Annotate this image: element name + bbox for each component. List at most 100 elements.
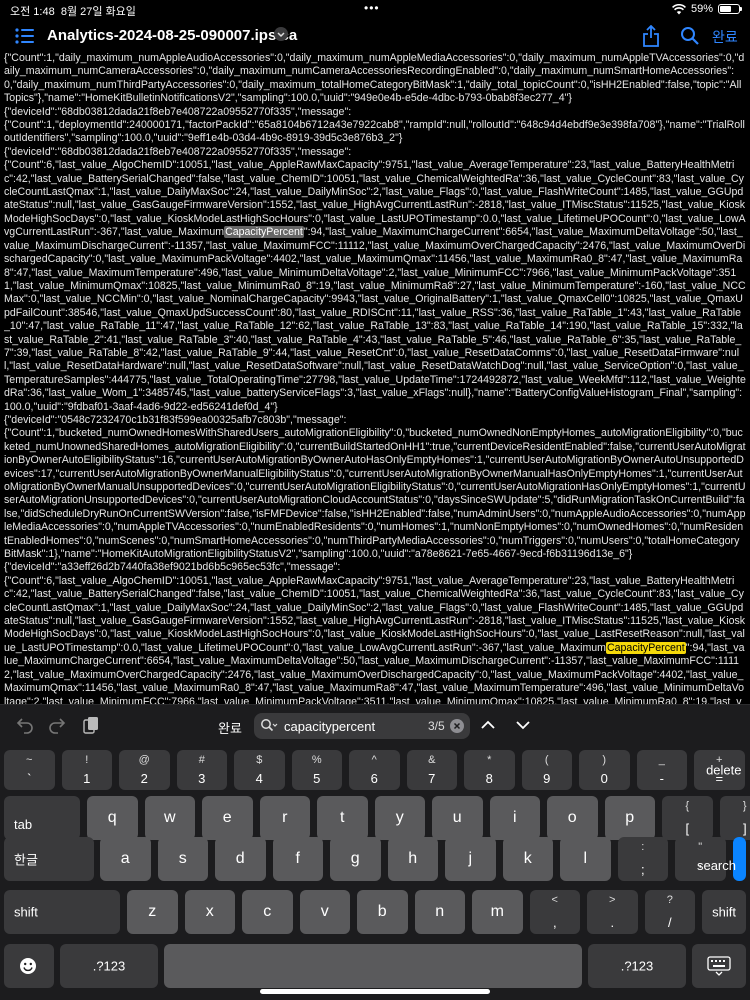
key-char: q (107, 809, 117, 826)
key-i[interactable]: i (489, 796, 540, 840)
shift-right-key[interactable]: shift (702, 890, 746, 934)
key-9[interactable]: (9 (521, 750, 572, 790)
key-z[interactable]: z (127, 890, 178, 934)
key-t[interactable]: t (317, 796, 368, 840)
key-x[interactable]: x (184, 890, 235, 934)
key-comma[interactable]: <, (529, 890, 580, 934)
find-bar: 완료 3/5 (0, 704, 750, 747)
key-shift-char: } (742, 800, 747, 812)
emoji-key[interactable] (4, 944, 54, 988)
key-char: j (468, 850, 473, 867)
shift-left-key[interactable]: shift (4, 890, 120, 934)
key-r[interactable]: r (259, 796, 310, 840)
key-3[interactable]: #3 (176, 750, 227, 790)
numbers-right-key[interactable]: .?123 (588, 944, 686, 988)
next-match-icon[interactable] (514, 716, 532, 734)
key-char: t (340, 809, 345, 826)
key-1[interactable]: ! 1 (61, 750, 112, 790)
document-text[interactable]: {"Count":1,"daily_maximum_numAppleAudioA… (4, 52, 746, 704)
done-button[interactable]: 완료 (712, 27, 738, 47)
tab-key[interactable]: tab (4, 796, 80, 840)
key-b[interactable]: b (357, 890, 408, 934)
key--[interactable]: _ - (636, 750, 687, 790)
paste-icon[interactable] (82, 716, 100, 734)
key-shift-char: @ (138, 754, 150, 766)
key-6[interactable]: ^ 6 (349, 750, 400, 790)
key-l[interactable]: l (560, 837, 611, 881)
key-char: e (222, 809, 232, 826)
clear-icon[interactable] (450, 719, 464, 733)
key-s[interactable]: s (157, 837, 208, 881)
key-char: [ (685, 821, 690, 836)
key-f[interactable]: f (272, 837, 323, 881)
key-label: delete (706, 762, 742, 778)
find-done-button[interactable]: 완료 (218, 718, 242, 737)
key-d[interactable]: d (215, 837, 266, 881)
key-p[interactable]: p (604, 796, 655, 840)
key-n[interactable]: n (414, 890, 465, 934)
find-field[interactable]: 3/5 (254, 713, 470, 739)
key-char: z (148, 903, 157, 920)
key-[[interactable]: {[ (662, 796, 713, 840)
list-icon[interactable] (15, 27, 35, 45)
key-shift-char: % (311, 754, 322, 766)
key-shift-char: < (551, 894, 558, 906)
key-7[interactable]: & 7 (406, 750, 457, 790)
key-y[interactable]: y (374, 796, 425, 840)
key-4[interactable]: $4 (234, 750, 285, 790)
key-`[interactable]: ~ ` (4, 750, 55, 790)
key-][interactable]: }] (719, 796, 750, 840)
key-m[interactable]: m (472, 890, 523, 934)
key-label: 한글 (14, 852, 38, 868)
document-title[interactable]: Analytics-2024-08-25-090007.ips.ca (47, 27, 297, 44)
chevron-down-icon[interactable] (274, 27, 288, 41)
search-key[interactable]: search (697, 837, 746, 881)
key-g[interactable]: g (330, 837, 381, 881)
language-key[interactable]: 한글 (4, 837, 94, 881)
key-char: 1 (83, 771, 91, 786)
key-c[interactable]: c (242, 890, 293, 934)
key-semicolon[interactable]: :; (617, 837, 668, 881)
key-o[interactable]: o (547, 796, 598, 840)
key-slash[interactable]: ? / (644, 890, 695, 934)
key-u[interactable]: u (432, 796, 483, 840)
key-char: ; (640, 862, 645, 877)
key-shift-char: > (609, 894, 616, 906)
find-input[interactable] (284, 717, 424, 735)
key-char: 6 (370, 771, 378, 786)
key-period[interactable]: >. (587, 890, 638, 934)
redo-icon[interactable] (48, 716, 66, 734)
key-char: / (667, 915, 672, 930)
space-key[interactable] (164, 944, 582, 988)
key-5[interactable]: % 5 (291, 750, 342, 790)
key-2[interactable]: @2 (119, 750, 170, 790)
key-v[interactable]: v (299, 890, 350, 934)
search-icon[interactable] (680, 26, 700, 46)
key-0[interactable]: ) 0 (579, 750, 630, 790)
key-j[interactable]: j (445, 837, 496, 881)
previous-match-icon[interactable] (479, 716, 497, 734)
key-e[interactable]: e (202, 796, 253, 840)
search-options-icon[interactable] (260, 718, 278, 734)
key-char: a (120, 850, 130, 867)
home-indicator[interactable] (260, 989, 490, 994)
key-8[interactable]: * 8 (464, 750, 515, 790)
key-char: x (205, 903, 214, 920)
share-icon[interactable] (642, 25, 660, 47)
status-right: 59% (672, 3, 742, 15)
key-char: o (567, 809, 577, 826)
undo-icon[interactable] (16, 716, 34, 734)
key-h[interactable]: h (387, 837, 438, 881)
hide-keyboard-key[interactable] (692, 944, 746, 988)
key-a[interactable]: a (100, 837, 151, 881)
key-shift-char: $ (256, 754, 263, 766)
wifi-icon (672, 3, 686, 14)
numbers-left-key[interactable]: .?123 (60, 944, 158, 988)
key-w[interactable]: w (144, 796, 195, 840)
key-shift-char: & (428, 754, 436, 766)
key-k[interactable]: k (502, 837, 553, 881)
key-char: 9 (543, 771, 551, 786)
key-shift-char: { (685, 800, 690, 812)
key-q[interactable]: q (87, 796, 138, 840)
multitasking-dots-icon[interactable]: ••• (364, 1, 380, 15)
